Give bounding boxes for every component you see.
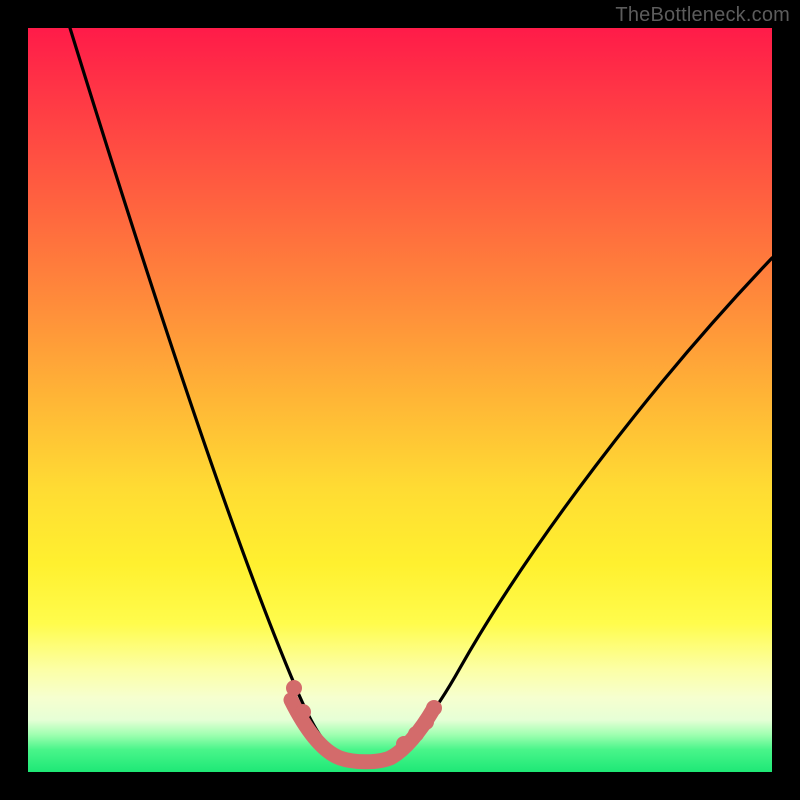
plot-area: [28, 28, 772, 772]
watermark-text: TheBottleneck.com: [615, 4, 790, 27]
bottleneck-curve-svg: [28, 28, 772, 772]
marker-dot: [426, 700, 442, 716]
marker-dot: [295, 704, 311, 720]
marker-dot: [286, 680, 302, 696]
marker-dot: [418, 714, 434, 730]
bottleneck-curve-line: [70, 28, 772, 761]
